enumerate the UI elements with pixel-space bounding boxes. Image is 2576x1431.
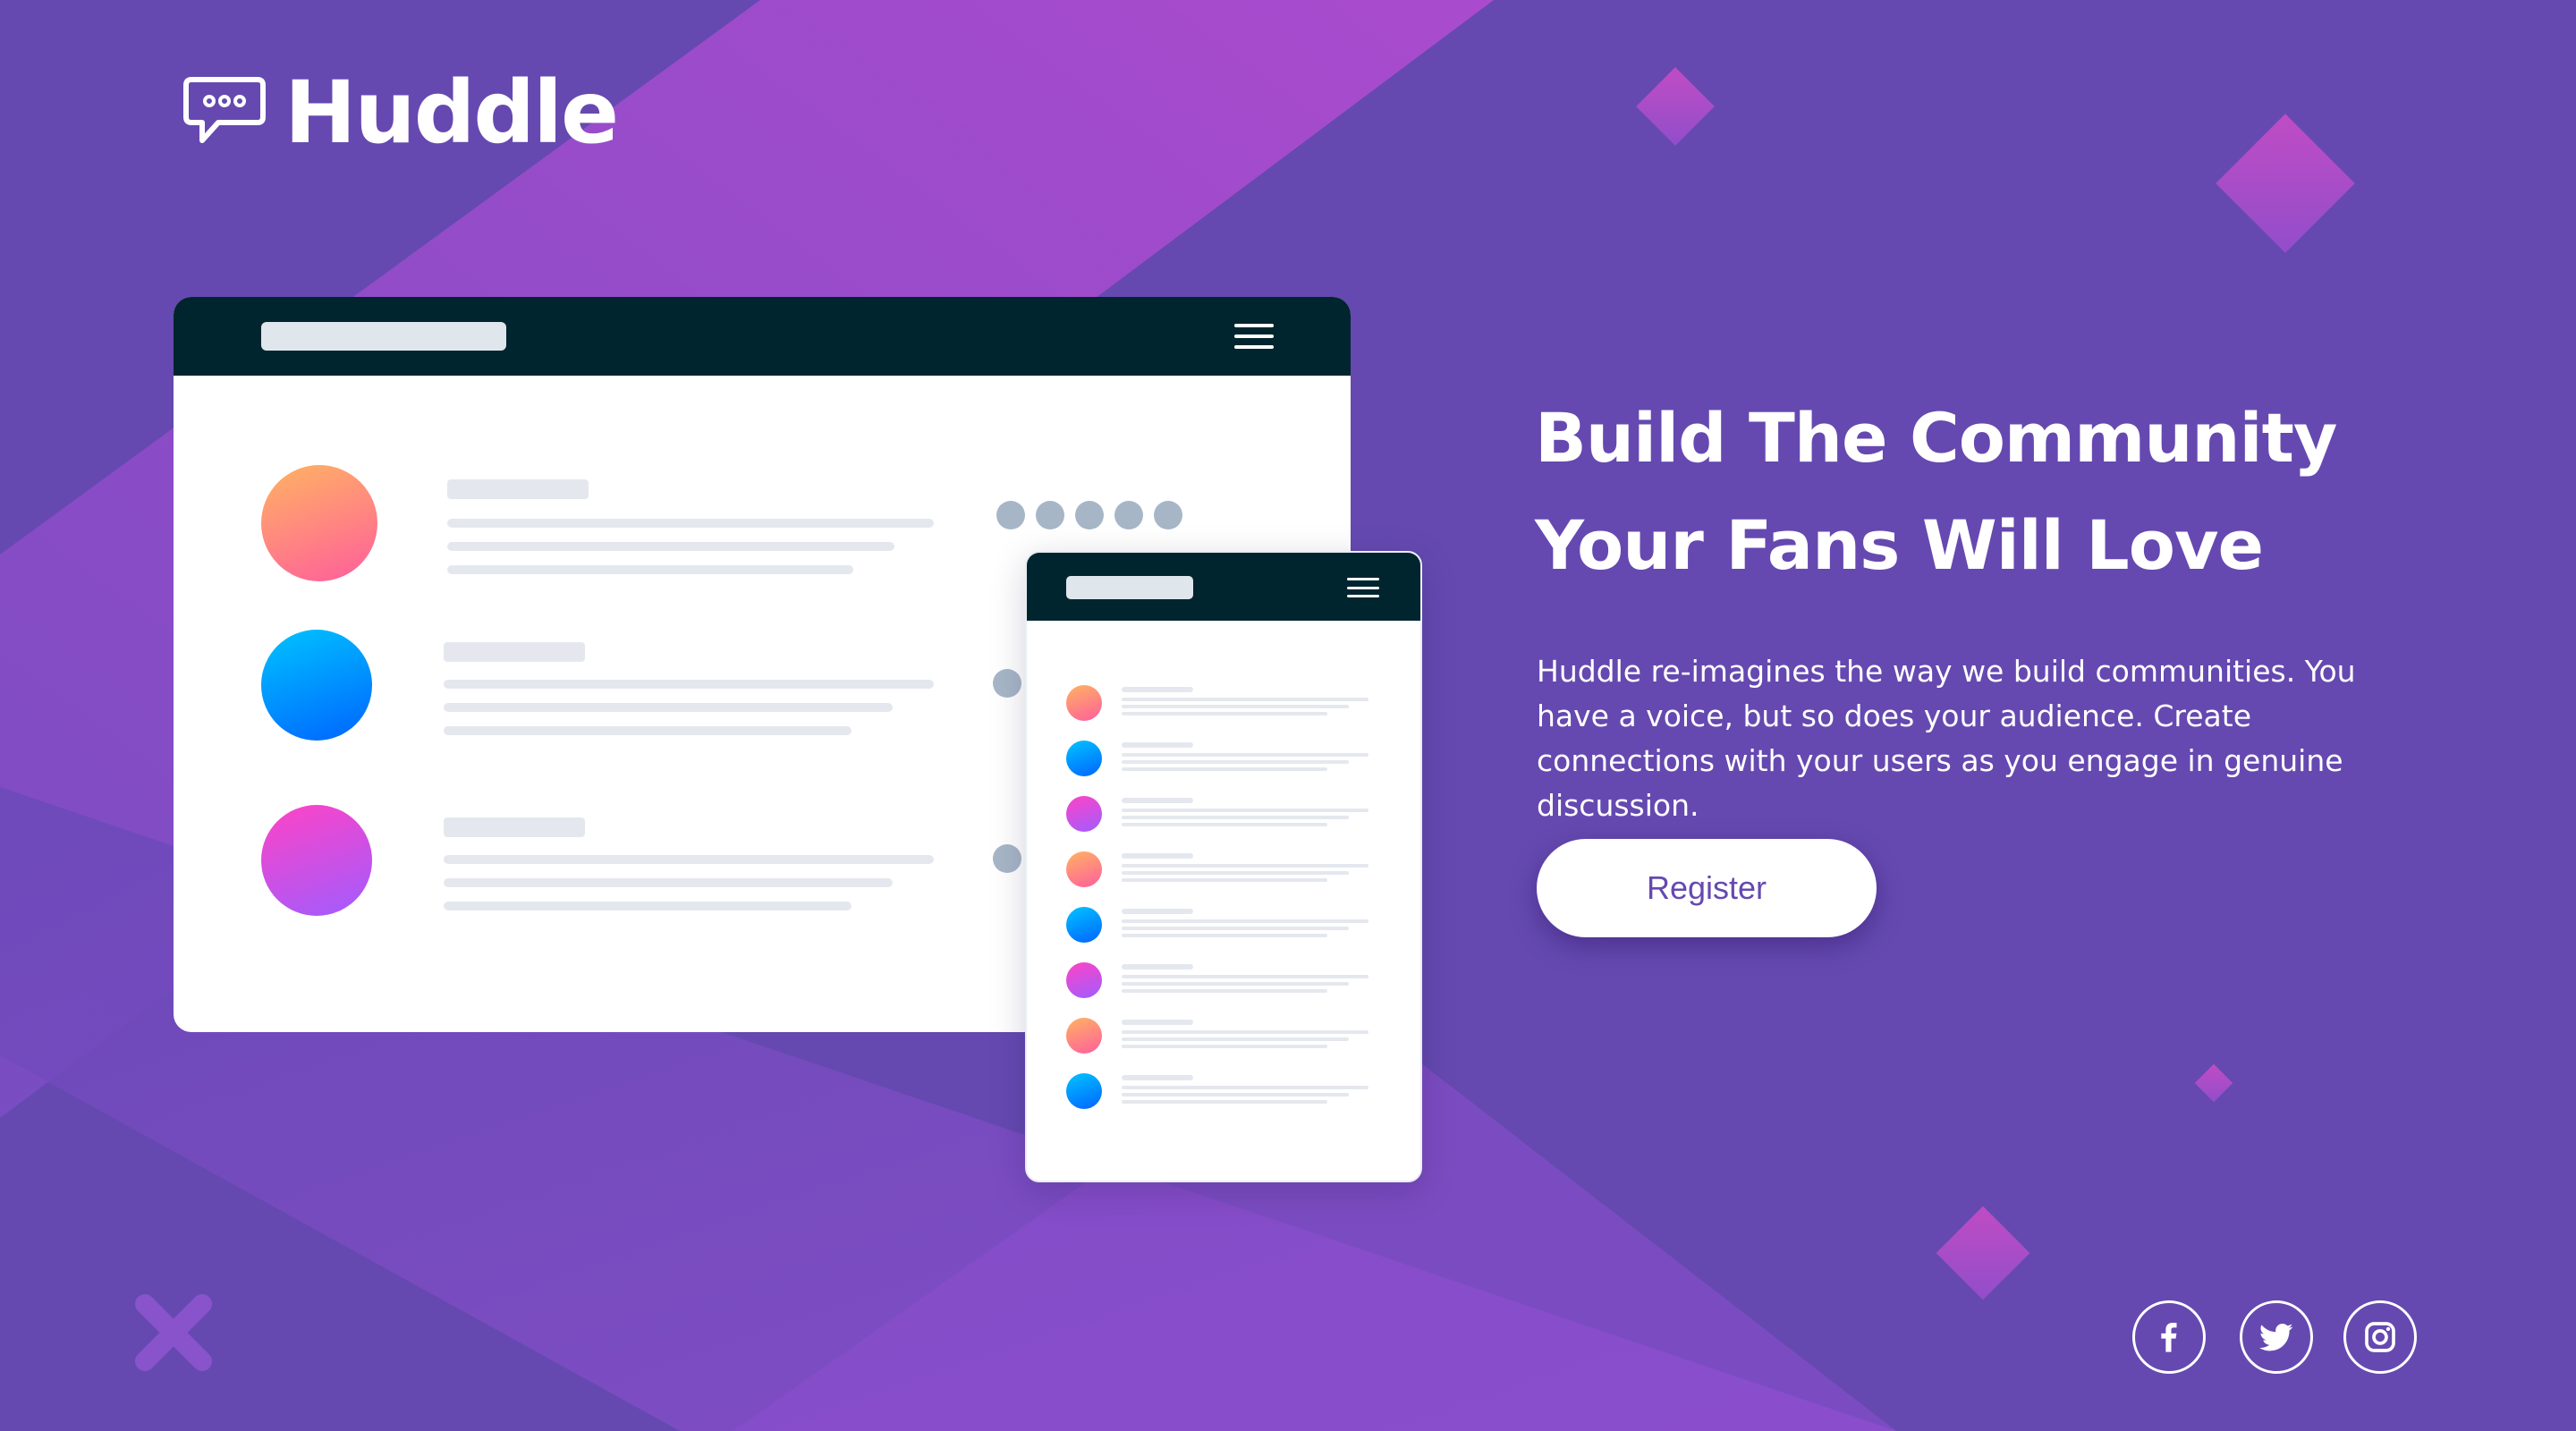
hamburger-icon: [1347, 578, 1379, 597]
avatar: [261, 805, 372, 916]
facebook-link[interactable]: [2132, 1300, 2206, 1374]
hero-title-line-1: Build The Community: [1535, 398, 2337, 478]
instagram-icon: [2365, 1322, 2395, 1352]
avatar: [1066, 685, 1102, 721]
avatar: [1066, 1018, 1102, 1054]
hero-description: Huddle re-imagines the way we build comm…: [1537, 654, 2356, 823]
mockup-row: [1027, 1073, 1420, 1109]
mockup-url-bar: [261, 322, 506, 351]
hamburger-icon: [1234, 324, 1274, 349]
mockup-header: [1027, 553, 1420, 621]
brand-name: Huddle: [284, 63, 619, 163]
mockup-row: [1027, 741, 1420, 776]
avatar: [1066, 907, 1102, 943]
avatar: [261, 465, 377, 581]
mockup-row: [1027, 851, 1420, 887]
hero-title: Build The Community Your Fans Will Love: [1535, 385, 2429, 599]
mockup-header: [174, 297, 1351, 376]
register-button[interactable]: Register: [1537, 839, 1877, 937]
avatar: [1066, 1073, 1102, 1109]
speech-bubble-icon: [183, 77, 266, 143]
instagram-link[interactable]: [2343, 1300, 2417, 1374]
mockup-url-bar: [1066, 576, 1193, 599]
avatar: [1066, 962, 1102, 998]
avatar: [261, 630, 372, 741]
avatar: [1066, 851, 1102, 887]
twitter-icon: [2259, 1324, 2293, 1351]
mockup-row: [1027, 907, 1420, 943]
mockup-row: [1027, 685, 1420, 721]
mobile-mockup: [1025, 551, 1422, 1182]
facebook-icon: [2161, 1323, 2177, 1352]
mockup-row: [1027, 1018, 1420, 1054]
hero-title-line-2: Your Fans Will Love: [1535, 505, 2264, 585]
twitter-link[interactable]: [2240, 1300, 2313, 1374]
mockup-row: [1027, 796, 1420, 832]
mockup-row: [1027, 962, 1420, 998]
avatar: [1066, 796, 1102, 832]
avatar: [1066, 741, 1102, 776]
logo[interactable]: Huddle: [182, 63, 619, 163]
